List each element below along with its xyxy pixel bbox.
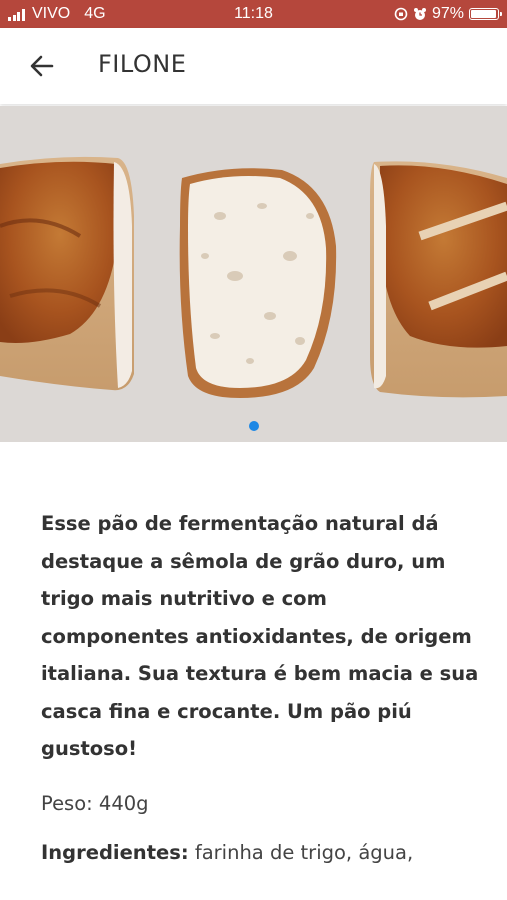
battery-percent: 97% [431,5,464,22]
battery-fill [471,10,497,18]
carousel-dot-active[interactable] [248,421,259,431]
bread-photo [0,106,507,442]
status-bar: VIVO 4G 11:18 97% [0,0,507,28]
battery-icon [469,8,502,20]
product-ingredients: Ingredientes: farinha de trigo, água, [41,841,481,864]
status-right: 97% [394,5,502,23]
page-title: FILONE [98,50,187,78]
product-details: Esse pão de fermentação natural dá desta… [41,505,481,864]
alarm-clock-icon [413,8,426,20]
product-weight: Peso: 440g [41,791,149,815]
rotation-lock-icon [394,7,408,21]
product-description: Esse pão de fermentação natural dá desta… [41,512,479,760]
carousel-pagination [0,421,507,435]
ingredients-label: Ingredientes: [41,840,189,864]
back-button[interactable] [22,46,62,86]
ingredients-text: farinha de trigo, água, [194,840,414,864]
product-image-carousel[interactable] [0,106,507,442]
app-bar: FILONE [0,28,507,104]
arrow-left-icon [30,55,54,77]
